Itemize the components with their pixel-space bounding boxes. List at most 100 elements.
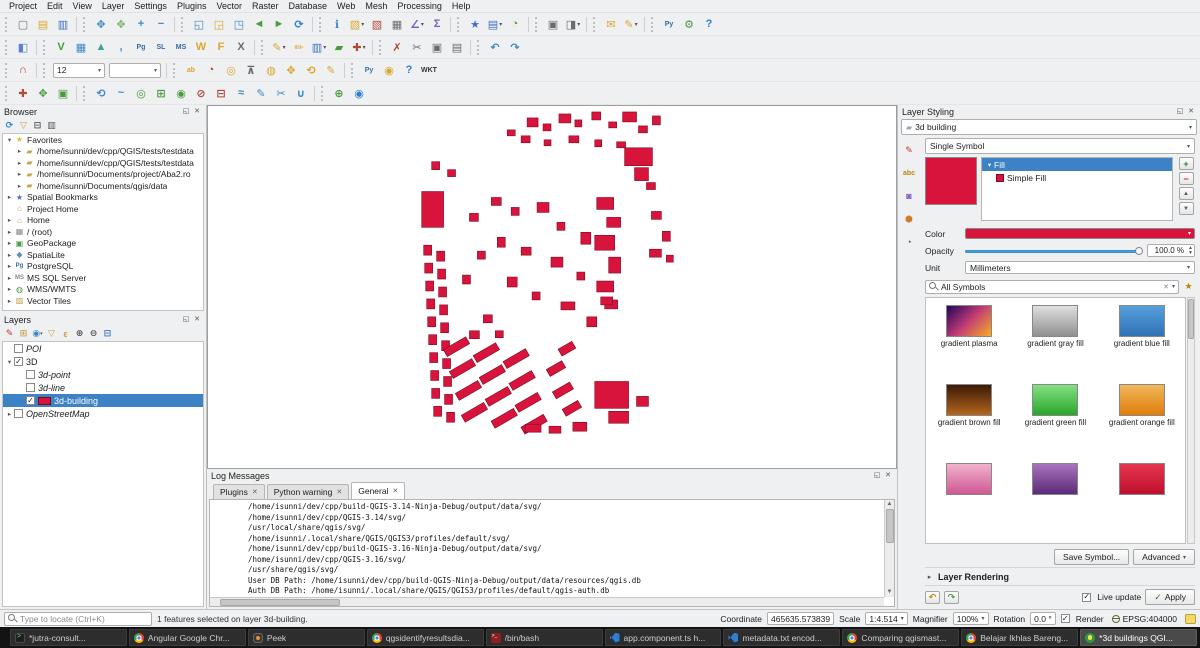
scroll-down-icon[interactable]: ▼ [887, 588, 893, 597]
python-console-plugin-button[interactable]: Py [360, 61, 378, 79]
menu-database[interactable]: Database [284, 1, 333, 11]
menu-view[interactable]: View [68, 1, 97, 11]
vertex-tool-button[interactable]: ✚▾ [350, 38, 368, 56]
menu-settings[interactable]: Settings [129, 1, 172, 11]
taskbar-item-angular-google-chr[interactable]: Angular Google Chr... [129, 629, 246, 646]
statistical-summary-button[interactable]: Σ [428, 15, 446, 33]
open-data-source-manager-button[interactable]: ◧ [14, 38, 32, 56]
pan-map-button[interactable]: ✥ [92, 15, 110, 33]
processing-toolbox-button[interactable]: ⚙ [680, 15, 698, 33]
expand-arrow-icon[interactable]: ▸ [5, 216, 14, 224]
add-mesh-layer-button[interactable]: ▲ [92, 38, 110, 56]
undock-icon[interactable]: ◱ [872, 471, 882, 481]
copy-features-button[interactable]: ▣ [428, 38, 446, 56]
taskbar-item-belajar-ikhlas-bareng[interactable]: Belajar Ikhlas Bareng... [961, 629, 1078, 646]
close-icon[interactable]: ✕ [192, 315, 202, 325]
menu-help[interactable]: Help [447, 1, 476, 11]
symbol-preset-item[interactable] [1099, 456, 1185, 535]
expand-arrow-icon[interactable]: ▸ [15, 182, 24, 190]
advanced-button[interactable]: Advanced▾ [1133, 549, 1195, 565]
show-bookmarks-button[interactable]: ▤▾ [486, 15, 504, 33]
snapping-toggle-button[interactable]: ∩ [14, 61, 32, 79]
change-label-properties-button[interactable]: ✎ [322, 61, 340, 79]
toolbar-drag-handle[interactable] [5, 17, 10, 32]
identify-features-button[interactable]: ℹ [328, 15, 346, 33]
add-raster-layer-button[interactable]: ▦ [72, 38, 90, 56]
new-annotation-button[interactable]: ✎▾ [622, 15, 640, 33]
georeferencer-button[interactable]: ⊕ [330, 84, 348, 102]
add-symbol-layer-button[interactable]: + [1179, 157, 1194, 170]
close-tab-icon[interactable]: ✕ [336, 488, 342, 496]
toggle-editing-button[interactable]: ✏ [290, 38, 308, 56]
collapse-all-button[interactable]: ⊟ [31, 119, 44, 132]
reshape-features-button[interactable]: ✎ [252, 84, 270, 102]
style-redo-button[interactable]: ↷ [944, 591, 959, 604]
add-xyz-layer-button[interactable]: X [232, 38, 250, 56]
toolbar-drag-handle[interactable] [83, 86, 88, 101]
layer-checkbox[interactable] [14, 409, 23, 418]
python-console-button[interactable]: Py [660, 15, 678, 33]
menu-plugins[interactable]: Plugins [172, 1, 212, 11]
symbol-preset-item[interactable] [926, 456, 1012, 535]
scroll-thumb[interactable] [220, 599, 340, 606]
log-horizontal-scrollbar[interactable] [210, 597, 884, 606]
browser-item-vector-tiles[interactable]: ▸▨Vector Tiles [3, 295, 203, 307]
close-icon[interactable]: ✕ [883, 471, 893, 481]
spin-down-icon[interactable]: ▼ [1188, 251, 1193, 256]
toolbar-drag-handle[interactable] [535, 17, 540, 32]
move-feature-button[interactable]: ✥ [34, 84, 52, 102]
expand-arrow-icon[interactable]: ▸ [5, 410, 14, 418]
taskbar-item-metadata-txt-encod[interactable]: metadata.txt encod... [723, 629, 840, 646]
measure-line-button[interactable]: ∠▾ [408, 15, 426, 33]
add-polygon-feature-button[interactable]: ▰ [330, 38, 348, 56]
layer-checkbox[interactable]: ✓ [14, 357, 23, 366]
layer-checkbox[interactable] [26, 383, 35, 392]
menu-edit[interactable]: Edit [42, 1, 68, 11]
expand-arrow-icon[interactable]: ▸ [5, 251, 14, 259]
layer-checkbox[interactable] [26, 370, 35, 379]
label-scale-combo[interactable]: ▾ [109, 63, 161, 78]
layer-item-openstreetmap[interactable]: ▸OpenStreetMap [3, 407, 203, 420]
menu-processing[interactable]: Processing [392, 1, 447, 11]
undock-icon[interactable]: ◱ [1175, 107, 1185, 117]
symbol-preset-gradient-green-fill[interactable]: gradient green fill [1012, 377, 1098, 456]
undo-button[interactable]: ↶ [486, 38, 504, 56]
offset-curve-button[interactable]: ≈ [232, 84, 250, 102]
browser-item-postgresql[interactable]: ▸PgPostgreSQL [3, 261, 203, 273]
layer-checkbox[interactable]: ✓ [26, 396, 35, 405]
masks-tab[interactable]: ◙ [901, 188, 918, 204]
wkt-tool-button[interactable]: WKT [420, 61, 438, 79]
add-delimited-text-button[interactable]: , [112, 38, 130, 56]
browser-item-home-isunni-dev-cpp-qgis-tests-testdata[interactable]: ▸▰/home/isunni/dev/cpp/QGIS/tests/testda… [3, 157, 203, 169]
menu-project[interactable]: Project [4, 1, 42, 11]
open-layer-styling-panel-button[interactable]: ✎ [3, 327, 16, 340]
undock-icon[interactable]: ◱ [181, 107, 191, 117]
symbol-search-input[interactable]: All Symbols ✕ ▾ [925, 280, 1179, 294]
symbols-scrollbar[interactable] [1187, 297, 1195, 544]
filter-browser-button[interactable]: ▽ [17, 119, 30, 132]
toolbar-drag-handle[interactable] [457, 17, 462, 32]
scroll-up-icon[interactable]: ▲ [887, 500, 893, 509]
browser-item-home-isunni-documents-project-aba2-ro[interactable]: ▸▰/home/isunni/Documents/project/Aba2.ro [3, 169, 203, 181]
unit-select[interactable]: Millimeters ▾ [965, 261, 1195, 274]
log-vertical-scrollbar[interactable]: ▲ ▼ [884, 500, 894, 597]
add-spatialite-layer-button[interactable]: SL [152, 38, 170, 56]
apply-button[interactable]: ✓ Apply [1145, 589, 1195, 605]
highlight-pinned-labels-button[interactable]: ◎ [222, 61, 240, 79]
toolbar-drag-handle[interactable] [43, 40, 48, 55]
menu-web[interactable]: Web [332, 1, 360, 11]
browser-item-spatial-bookmarks[interactable]: ▸★Spatial Bookmarks [3, 192, 203, 204]
taskbar-item-comparing-qgismast[interactable]: Comparing qgismast... [842, 629, 959, 646]
toolbar-drag-handle[interactable] [5, 86, 10, 101]
browser-item-ms-sql-server[interactable]: ▸MSMS SQL Server [3, 272, 203, 284]
taskbar-item-app-component-ts-h[interactable]: app.component.ts h... [605, 629, 722, 646]
toolbar-drag-handle[interactable] [351, 63, 356, 78]
zoom-to-selection-button[interactable]: ◲ [210, 15, 228, 33]
symbol-node-fill[interactable]: ▾ Fill [982, 158, 1172, 171]
new-3d-map-view-button[interactable]: ◨▾ [564, 15, 582, 33]
symbol-preset-gradient-brown-fill[interactable]: gradient brown fill [926, 377, 1012, 456]
expand-arrow-icon[interactable]: ▾ [5, 136, 14, 144]
toolbar-drag-handle[interactable] [319, 17, 324, 32]
coordinate-input[interactable]: 465635.573839 [767, 612, 834, 625]
log-tab-general[interactable]: General✕ [351, 482, 405, 499]
